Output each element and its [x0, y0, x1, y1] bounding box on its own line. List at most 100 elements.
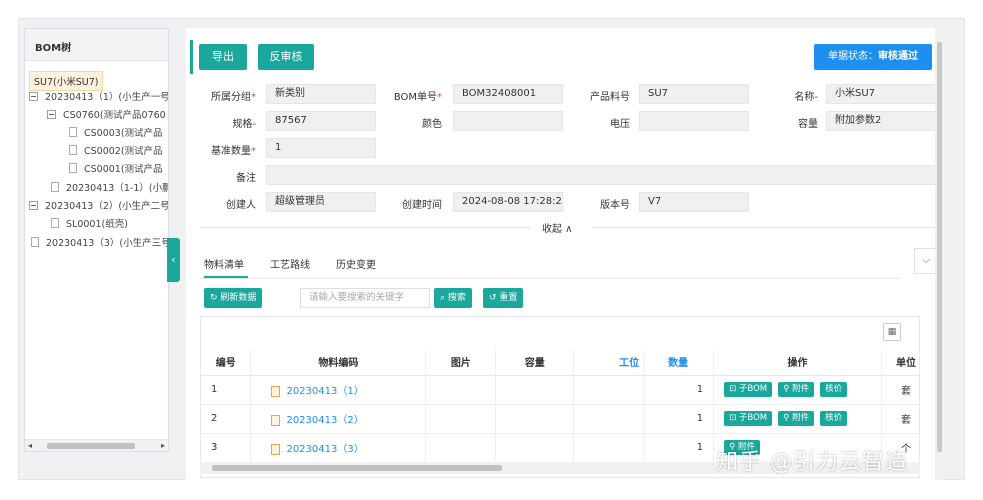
main-panel: 导出 反审核 单据状态：审核通过 所属分组* 新类别 BOM单号* BOM324… — [186, 28, 944, 480]
color-field[interactable] — [453, 111, 563, 131]
export-button[interactable]: 导出 — [199, 44, 247, 70]
refresh-button[interactable]: ↻ 刷新数据 — [204, 288, 263, 308]
table-row[interactable]: 2 20230413（2） 1 ⊡ 子BOM ⚲ 附件 核价 套 — [201, 404, 919, 434]
tree-horizontal-scrollbar[interactable]: ◂ ▸ — [25, 439, 168, 451]
bom-no-field[interactable]: BOM32408001 — [453, 84, 563, 104]
column-header[interactable]: 操作 — [713, 349, 882, 376]
column-header[interactable]: 工位 — [573, 349, 645, 376]
name-field[interactable]: 小米SU7 — [826, 84, 936, 104]
material-code-cell[interactable]: 20230413（2） — [250, 404, 427, 434]
image-cell — [425, 375, 497, 405]
collapse-toggle[interactable]: 收起 ∧ — [542, 220, 573, 235]
search-input[interactable]: 请输入要搜索的关键字 — [300, 288, 430, 308]
column-header[interactable]: 物料编码 — [250, 349, 427, 376]
toolbar: 导出 反审核 单据状态：审核通过 — [186, 38, 944, 76]
product-no-label: 产品料号 — [590, 92, 630, 103]
sub-bom-button[interactable]: ⊡ 子BOM — [724, 382, 773, 397]
created-time-label: 创建时间 — [402, 200, 442, 211]
actions-cell: ⊡ 子BOM ⚲ 附件 核价 — [713, 404, 882, 434]
attachment-button[interactable]: ⚲ 附件 — [778, 411, 815, 426]
row-number: 1 — [201, 375, 252, 405]
station-cell — [573, 404, 645, 434]
toolbar-accent-bar — [190, 40, 193, 74]
document-icon — [31, 237, 39, 247]
table-row[interactable]: 1 20230413（1） 1 ⊡ 子BOM ⚲ 附件 核价 套 — [201, 375, 919, 405]
document-icon — [69, 163, 77, 173]
tree-node-7[interactable]: 20230413（2）(小生产二号 — [29, 198, 168, 212]
tree-node-6[interactable]: 20230413（1-1）(小鹏 — [51, 180, 168, 194]
unaudit-button[interactable]: 反审核 — [258, 44, 314, 70]
version-field[interactable]: V7 — [639, 192, 749, 212]
scroll-right-icon[interactable]: ▸ — [161, 441, 165, 450]
scroll-thumb[interactable] — [212, 465, 502, 471]
tree-node-4[interactable]: CS0002(测试产品 — [69, 143, 163, 157]
base-qty-label: 基准数量* — [211, 146, 256, 157]
divider-line — [592, 227, 936, 228]
search-button[interactable]: ⌕ 搜索 — [434, 288, 472, 308]
table-header-row: 编号 物料编码 图片 容量 工位 数量 操作 单位 — [201, 349, 919, 376]
tree-node-5[interactable]: CS0001(测试产品 — [69, 161, 163, 175]
column-header[interactable]: 编号 — [201, 349, 252, 376]
capacity-label: 容量 — [798, 119, 818, 130]
collapse-toggle-icon[interactable] — [29, 200, 38, 210]
spec-label: 规格- — [232, 119, 256, 130]
unit-cell: 套 — [881, 375, 919, 405]
tab-change-history[interactable]: 历史变更 — [336, 256, 376, 271]
price-check-button[interactable]: 核价 — [820, 382, 848, 397]
voltage-field[interactable] — [639, 111, 749, 131]
tree-root-node[interactable]: SU7(小米SU7) — [29, 71, 104, 91]
image-cell — [425, 433, 497, 463]
material-code-cell[interactable]: 20230413（1） — [250, 375, 427, 405]
base-qty-field[interactable]: 1 — [266, 138, 376, 158]
quantity-cell: 1 — [643, 375, 715, 405]
collapse-toggle-icon[interactable] — [29, 91, 38, 101]
group-field[interactable]: 新类别 — [266, 84, 376, 104]
document-icon — [69, 127, 77, 137]
bom-tree-title: BOM树 — [25, 29, 168, 61]
creator-field[interactable]: 超级管理员 — [266, 192, 376, 212]
column-header[interactable]: 单位 — [881, 349, 919, 376]
scroll-left-icon[interactable]: ◂ — [28, 441, 32, 450]
bom-no-label: BOM单号* — [393, 92, 442, 103]
tab-bom-list[interactable]: 物料清单 — [204, 256, 244, 271]
refresh-icon: ↻ — [210, 293, 221, 303]
voltage-label: 电压 — [610, 119, 630, 130]
tree-node-9[interactable]: 20230413（3）(小生产三号 — [31, 235, 168, 249]
remark-field[interactable] — [266, 165, 936, 185]
tab-process-route[interactable]: 工艺路线 — [270, 256, 310, 271]
collapse-divider: 收起 ∧ — [186, 220, 944, 235]
collapse-toggle-icon[interactable] — [47, 109, 56, 119]
created-time-field[interactable]: 2024-08-08 17:28:27 — [453, 192, 563, 212]
tree-node-3[interactable]: CS0003(测试产品 — [69, 125, 163, 139]
tree-node-2[interactable]: CS0760(测试产品0760 — [47, 107, 166, 121]
column-settings-icon[interactable]: ▦ — [883, 323, 901, 341]
capacity-field[interactable]: 附加参数2 — [826, 111, 936, 131]
column-header[interactable]: 数量 — [643, 349, 715, 376]
name-label: 名称- — [794, 92, 818, 103]
tree-node-8[interactable]: SL0001(纸壳) — [51, 216, 128, 230]
station-cell — [573, 375, 645, 405]
product-no-field[interactable]: SU7 — [639, 84, 749, 104]
tabs-divider — [200, 278, 900, 279]
sidebar-collapse-button[interactable]: ‹ — [167, 238, 180, 282]
chevron-down-icon: ⌵ — [922, 255, 930, 266]
scroll-thumb[interactable] — [937, 42, 942, 452]
main-vertical-scrollbar[interactable] — [935, 28, 944, 480]
material-code-cell[interactable]: 20230413（3） — [250, 433, 427, 463]
remark-label: 备注 — [236, 173, 256, 184]
watermark: 知乎 @引力云智造 — [716, 450, 908, 475]
attachment-button[interactable]: ⚲ 附件 — [778, 382, 815, 397]
image-cell — [425, 404, 497, 434]
price-check-button[interactable]: 核价 — [820, 411, 848, 426]
scroll-thumb[interactable] — [47, 443, 135, 449]
capacity-cell — [495, 433, 575, 463]
row-number: 2 — [201, 404, 252, 434]
actions-cell: ⊡ 子BOM ⚲ 附件 核价 — [713, 375, 882, 405]
spec-field[interactable]: 87567 — [266, 111, 376, 131]
tree-node-1[interactable]: 20230413（1）(小生产一号 — [29, 89, 168, 103]
column-header[interactable]: 图片 — [425, 349, 497, 376]
version-label: 版本号 — [600, 200, 630, 211]
column-header[interactable]: 容量 — [495, 349, 575, 376]
sub-bom-button[interactable]: ⊡ 子BOM — [724, 411, 773, 426]
reset-button[interactable]: ↺ 重置 — [483, 288, 524, 308]
